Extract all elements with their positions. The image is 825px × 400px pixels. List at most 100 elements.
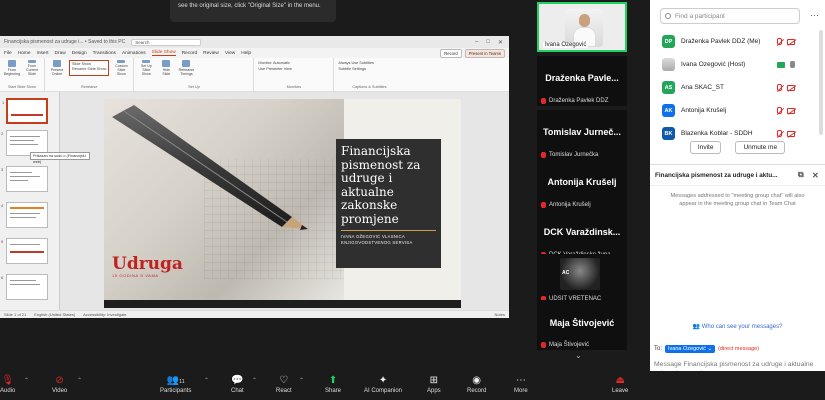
tab-record[interactable]: Record <box>182 51 197 56</box>
record-button[interactable]: Record <box>440 48 462 58</box>
apps-icon: ⊞ <box>429 375 439 386</box>
chat-button[interactable]: 💬 Chat <box>231 374 244 394</box>
video-options-icon[interactable]: ⌃ <box>77 377 82 384</box>
participant-row[interactable]: AS Ana SKAC_ST <box>650 76 825 99</box>
from-current-button[interactable]: From Current Slide <box>24 60 40 76</box>
leave-button[interactable]: ⏏ Leave <box>612 374 628 394</box>
current-slide[interactable]: Financijska pismenost za udruge i aktual… <box>104 99 461 300</box>
slide-title: Financijska pismenost za udruge i aktual… <box>341 144 421 226</box>
tab-draw[interactable]: Draw <box>55 51 66 56</box>
video-tile[interactable]: Antonija Krušelj Antonija Krušelj <box>537 160 627 210</box>
hide-slide-button[interactable]: Hide Slide <box>158 60 174 76</box>
participant-name: Antonija Krušelj <box>681 107 727 114</box>
slide-thumbnail[interactable]: 6 <box>1 274 48 300</box>
recipient-select[interactable]: Ivana Ozegović ⌄ <box>665 345 716 353</box>
apps-button[interactable]: ⊞ Apps <box>427 374 441 394</box>
video-off-icon[interactable] <box>787 130 795 137</box>
tab-file[interactable]: File <box>4 51 12 56</box>
audio-options-icon[interactable]: ⌃ <box>24 377 29 384</box>
close-icon[interactable]: ✕ <box>498 39 503 46</box>
video-tile[interactable]: AC UDSIT VRETENAC <box>537 254 627 304</box>
ai-companion-button[interactable]: ✦ AI Companion <box>364 374 402 394</box>
chat-recipient-row: To: Ivana Ozegović ⌄ (direct message) <box>654 345 760 353</box>
powerpoint-titlebar: Financijska pismenost za udruge i... • S… <box>0 36 509 48</box>
video-off-icon[interactable] <box>787 107 795 114</box>
react-options-icon[interactable]: ⌃ <box>299 377 304 384</box>
ribbon-group-captions: Always Use Subtitles Subtitle Settings C… <box>334 58 404 91</box>
tab-transitions[interactable]: Transitions <box>93 51 116 56</box>
participant-row[interactable]: DP Draženka Pavlek DDZ (Me) <box>650 30 825 53</box>
udruga-logo: Udruga 15 GODINA S VAMA <box>112 254 183 278</box>
video-off-icon[interactable] <box>787 38 795 45</box>
zoom-meeting-window: see the original size, click "Original S… <box>0 0 825 400</box>
from-beginning-button[interactable]: From Beginning <box>4 60 20 76</box>
mic-muted-icon <box>541 342 546 348</box>
slide-thumbnail[interactable]: 3 <box>1 166 48 192</box>
tab-home[interactable]: Home <box>18 51 31 56</box>
unmute-me-button[interactable]: Unmute me <box>735 141 786 154</box>
who-can-see-link[interactable]: 👥 Who can see your messages? <box>650 323 825 330</box>
notes-button[interactable]: Notes <box>495 312 509 317</box>
slide-thumbnails[interactable]: 1 2 3 4 5 6 <box>0 92 60 310</box>
react-button[interactable]: ♡ React <box>276 374 292 394</box>
invite-button[interactable]: Invite <box>689 141 722 154</box>
tab-design[interactable]: Design <box>72 51 87 56</box>
participant-name: Ana SKAC_ST <box>681 84 724 91</box>
share-button[interactable]: ⬆ Share <box>325 374 341 394</box>
participant-list-scrollbar[interactable] <box>819 30 823 135</box>
close-icon[interactable]: ✕ <box>812 171 819 180</box>
slide-thumbnail[interactable]: 1 <box>2 98 48 124</box>
custom-show-dropdown[interactable]: Slide Show Rename Slide Show <box>69 60 110 76</box>
participant-search-input[interactable]: Find a participant <box>660 8 800 24</box>
audio-button[interactable]: 🎙 Audio <box>0 374 15 394</box>
shared-screen[interactable]: Financijska pismenost za udruge i... • S… <box>0 36 509 318</box>
mic-muted-icon[interactable] <box>777 84 782 91</box>
tab-insert[interactable]: Insert <box>37 51 49 56</box>
timer-icon <box>182 60 191 67</box>
tab-view[interactable]: View <box>225 51 235 56</box>
present-online-button[interactable]: Present Online <box>49 60 65 76</box>
mic-muted-icon[interactable] <box>777 38 782 45</box>
video-tile[interactable]: Tomislav Jurneč... Tomislav Jurnečka <box>537 110 627 160</box>
side-panel: Find a participant ⋯ DP Draženka Pavlek … <box>650 0 825 394</box>
participants-options-icon[interactable]: ⌃ <box>204 377 209 384</box>
popout-icon[interactable]: ⧉ <box>798 170 804 180</box>
participants-button[interactable]: 👥11 Participants <box>160 374 191 394</box>
rehearse-timings-button[interactable]: Rehearse Timings <box>178 60 194 76</box>
record-button[interactable]: ◉ Record <box>467 374 486 394</box>
present-in-teams-button[interactable]: Present in Teams <box>464 48 505 58</box>
video-tile[interactable]: DCK Varaždinsk... DCK Varaždinske župa..… <box>537 210 627 260</box>
tab-slide-show[interactable]: Slide Show <box>151 50 176 56</box>
video-off-icon[interactable] <box>787 84 795 91</box>
file-name: Financijska pismenost za udruge i... • S… <box>4 39 126 45</box>
mic-on-icon[interactable] <box>790 61 795 68</box>
gallery-scroll-down-icon[interactable]: ⌄ <box>575 351 582 360</box>
search-box[interactable]: Search <box>131 38 202 46</box>
video-tile-active-speaker[interactable]: Ivana Ozegović <box>537 2 627 52</box>
maximize-icon[interactable]: □ <box>486 39 490 46</box>
more-options-icon[interactable]: ⋯ <box>810 10 819 21</box>
video-tile[interactable]: Maja Štivojević Maja Štivojević <box>537 300 627 350</box>
minimize-icon[interactable]: – <box>475 39 478 46</box>
video-on-icon[interactable] <box>777 61 785 68</box>
participant-name: Blazenka Koblar - SDDH <box>681 130 753 137</box>
presenter-view-checkbox[interactable]: Use Presenter View <box>258 66 329 72</box>
slide-thumbnail[interactable]: 4 <box>1 202 48 228</box>
video-tile[interactable]: Draženka Pavle... Draženka Pavlek DDZ <box>537 56 627 106</box>
more-button[interactable]: ⋯ More <box>514 374 528 394</box>
tab-animations[interactable]: Animations <box>122 51 146 56</box>
chat-options-icon[interactable]: ⌃ <box>252 377 257 384</box>
mic-muted-icon[interactable] <box>777 130 782 137</box>
slide-thumbnail[interactable]: 5 <box>1 238 48 264</box>
chat-title: Financijska pismenost za udruge i aktu..… <box>655 171 778 179</box>
participant-row[interactable]: Ivana Ozegović (Host) <box>650 53 825 76</box>
tab-help[interactable]: Help <box>241 51 251 56</box>
custom-slide-show-button[interactable]: Custom Slide Show <box>113 60 129 76</box>
video-button[interactable]: ⊘ Video <box>52 374 67 394</box>
set-up-slide-show-button[interactable]: Set Up Slide Show <box>138 60 154 76</box>
participant-row[interactable]: AK Antonija Krušelj <box>650 99 825 122</box>
mic-muted-icon[interactable] <box>777 107 782 114</box>
more-icon: ⋯ <box>515 375 526 386</box>
subtitle-settings-button[interactable]: Subtitle Settings <box>338 66 400 72</box>
tab-review[interactable]: Review <box>203 51 219 56</box>
